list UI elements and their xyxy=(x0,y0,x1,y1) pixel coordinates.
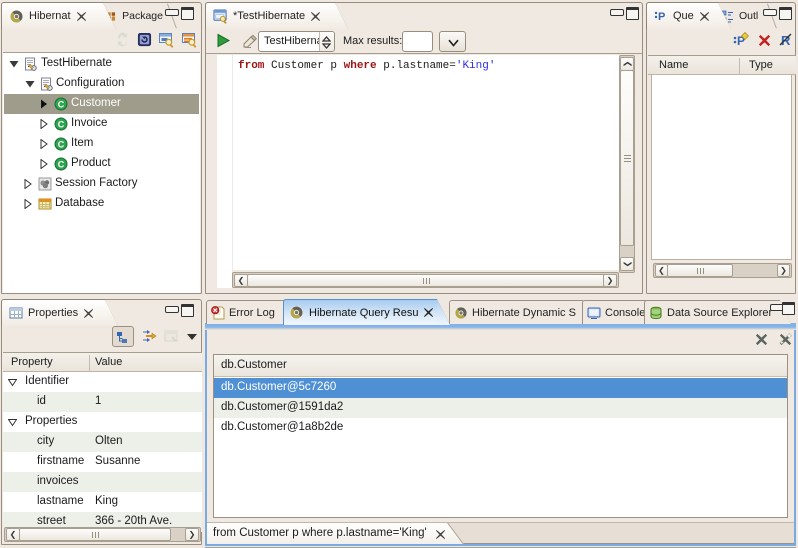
svg-text:C: C xyxy=(58,160,65,170)
svg-text:P: P xyxy=(658,11,665,23)
svg-text:C: C xyxy=(58,120,65,130)
svg-text:C: C xyxy=(58,100,65,110)
svg-text:C: C xyxy=(58,140,65,150)
